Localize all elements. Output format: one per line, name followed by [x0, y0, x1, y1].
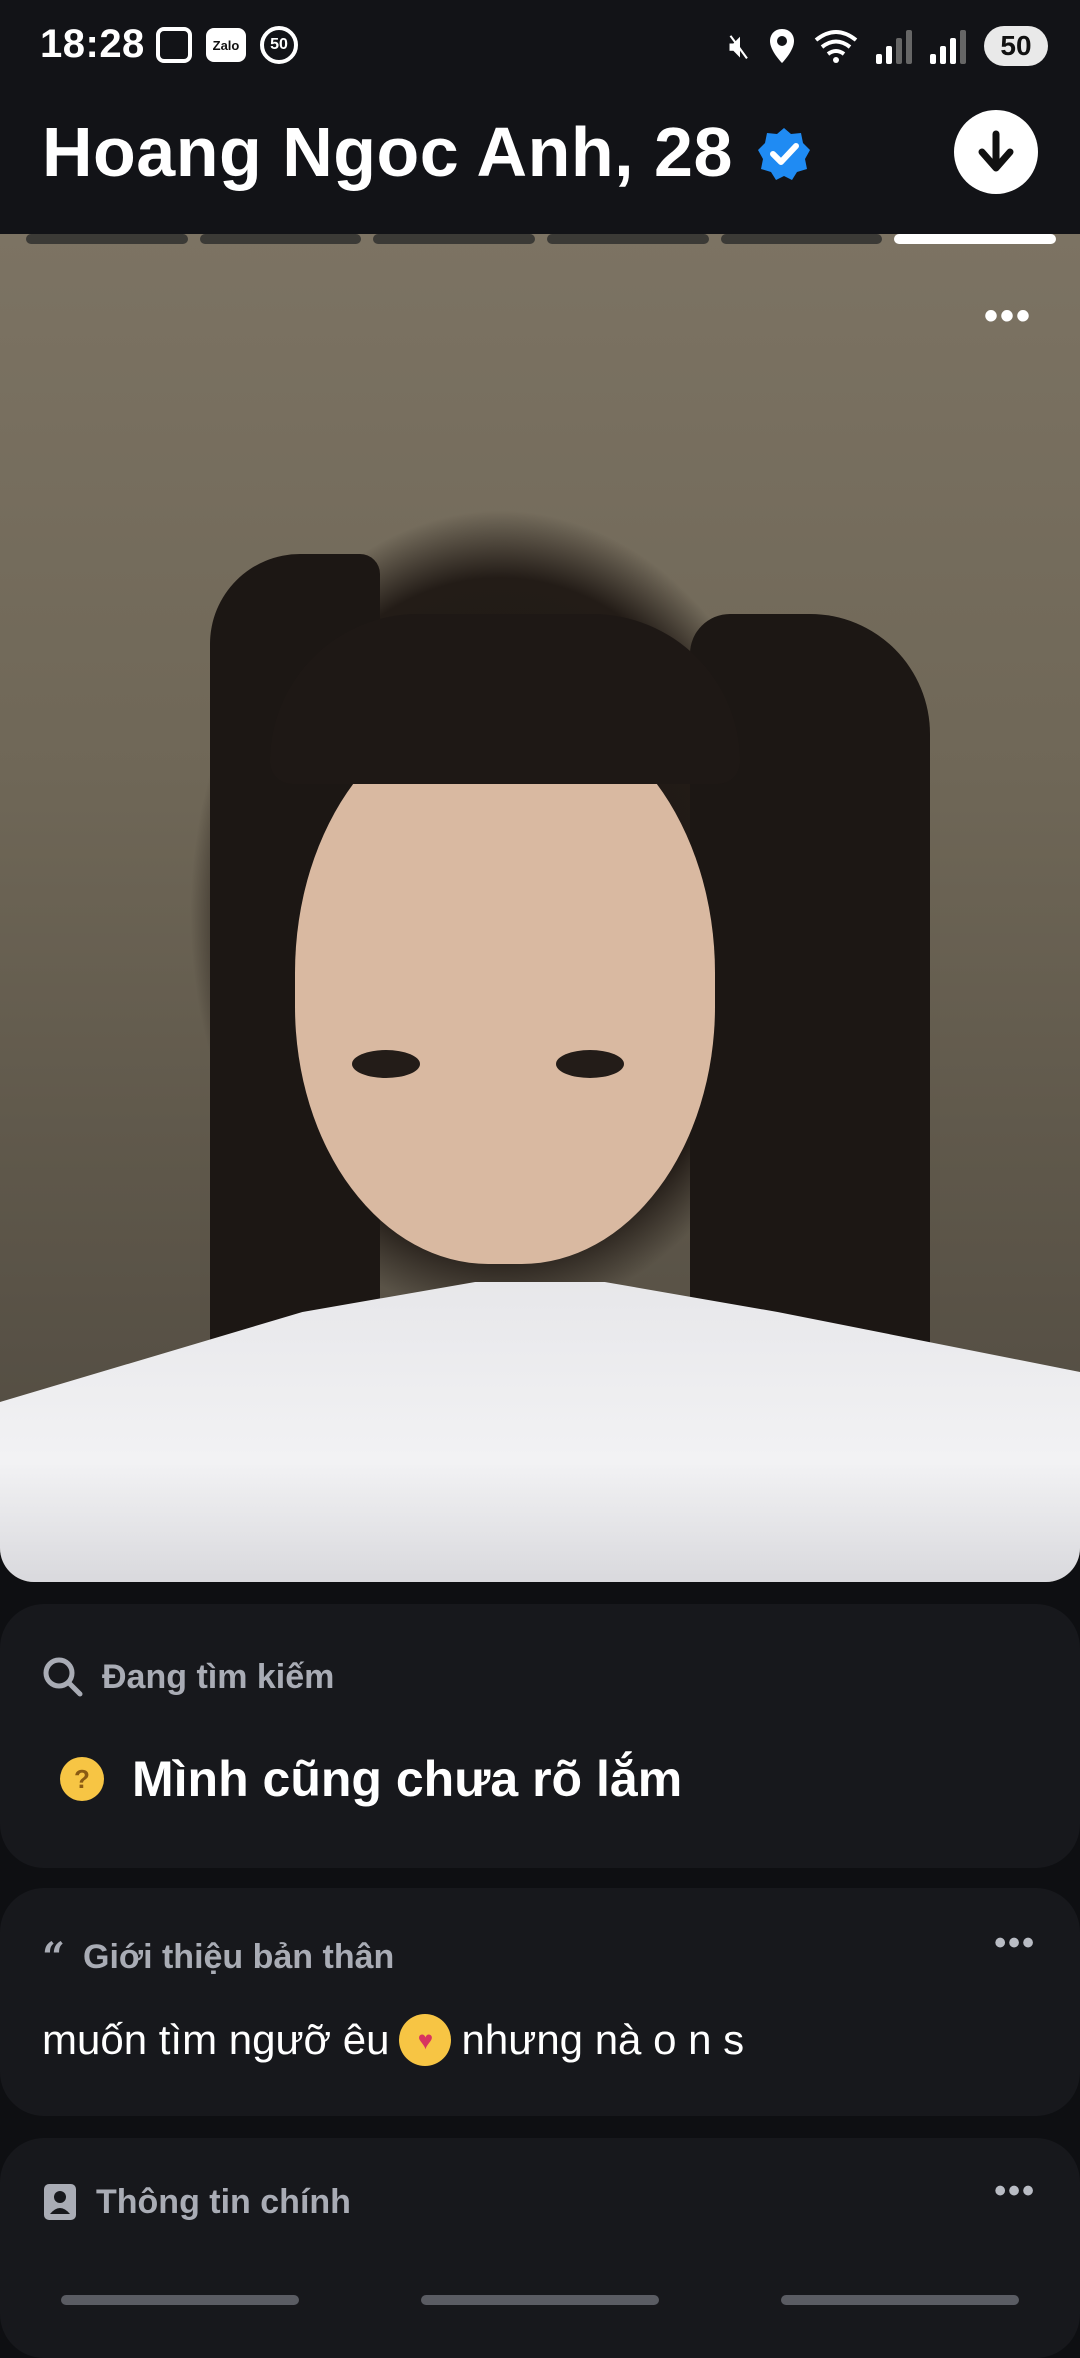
battery-indicator: 50: [984, 26, 1048, 66]
looking-for-card: Đang tìm kiếm ? Mình cũng chưa rõ lắm: [0, 1604, 1080, 1868]
zalo-icon: Zalo: [206, 28, 246, 62]
about-heading-row: “ Giới thiệu bản thân: [42, 1934, 394, 1981]
thinking-face-emoji-icon: ?: [60, 1757, 104, 1801]
looking-for-value-row: ? Mình cũng chưa rõ lắm: [60, 1750, 682, 1808]
profile-header: Hoang Ngoc Anh, 28: [0, 96, 1080, 234]
location-icon: [770, 29, 794, 63]
wifi-icon: [814, 30, 858, 63]
photo-progress-segment[interactable]: [547, 234, 709, 244]
about-heading: Giới thiệu bản thân: [83, 1938, 395, 1976]
system-icons: 🔇︎ 50: [729, 26, 1048, 66]
verified-badge-icon: [758, 128, 810, 180]
search-icon: [43, 1657, 83, 1697]
nav-handle-center[interactable]: [421, 2295, 659, 2305]
photo-progress: [26, 234, 1057, 248]
basics-heading-row: Thông tin chính: [42, 2182, 351, 2222]
looking-for-heading-row: Đang tìm kiếm: [42, 1656, 334, 1698]
photo-progress-segment[interactable]: [26, 234, 188, 244]
collapse-profile-button[interactable]: [954, 110, 1038, 194]
looking-for-value: Mình cũng chưa rõ lắm: [132, 1751, 683, 1807]
status-bar: 18:28 Zalo 50 🔇︎ 50: [0, 0, 1080, 96]
profile-card-icon: [44, 2184, 76, 2220]
basics-more-button[interactable]: •••: [994, 2172, 1036, 2211]
basics-heading: Thông tin chính: [96, 2182, 351, 2221]
photo-more-button[interactable]: •••: [984, 294, 1032, 339]
about-text: muốn tìm ngưỡ êu ♥ nhưng nà o n s: [42, 2014, 744, 2066]
mute-icon: 🔇︎: [728, 27, 750, 65]
photo-progress-segment[interactable]: [373, 234, 536, 244]
badge-icon: 50: [260, 26, 298, 64]
looking-for-heading: Đang tìm kiếm: [102, 1657, 335, 1696]
arrow-down-icon: [978, 130, 1014, 172]
signal-icon-2: [930, 28, 966, 64]
kissing-face-emoji-icon: ♥: [399, 2014, 452, 2066]
photo-progress-segment[interactable]: [199, 234, 362, 244]
about-card: “ Giới thiệu bản thân ••• muốn tìm ngưỡ …: [0, 1888, 1080, 2116]
photo-progress-segment-active[interactable]: [894, 234, 1057, 244]
system-navigation-bar: [0, 2284, 1080, 2316]
profile-name-age: Hoang Ngoc Anh, 28: [42, 113, 733, 191]
profile-photo[interactable]: •••: [0, 234, 1080, 1582]
nav-handle-left[interactable]: [61, 2295, 299, 2305]
quote-icon: “: [42, 1934, 66, 1981]
nav-handle-right[interactable]: [781, 2295, 1019, 2305]
notification-icons: Zalo 50: [156, 26, 298, 64]
basics-card: Thông tin chính •••: [0, 2138, 1080, 2358]
about-more-button[interactable]: •••: [994, 1924, 1036, 1963]
photo-progress-segment[interactable]: [720, 234, 883, 244]
signal-icon: [876, 28, 912, 64]
screenshot-icon: [156, 27, 192, 63]
clock: 18:28: [40, 22, 145, 66]
